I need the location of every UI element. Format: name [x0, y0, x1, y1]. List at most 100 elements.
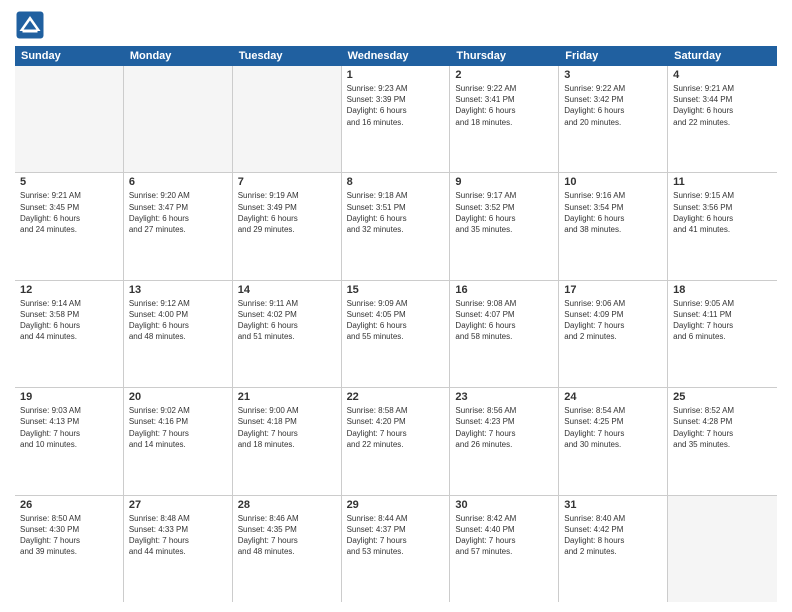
calendar-cell — [668, 496, 777, 602]
calendar-cell: 15 Sunrise: 9:09 AM Sunset: 4:05 PM Dayli… — [342, 281, 451, 387]
calendar: SundayMondayTuesdayWednesdayThursdayFrid… — [15, 46, 777, 602]
day-number: 12 — [20, 284, 118, 296]
day-number: 20 — [129, 391, 227, 403]
cell-info: Sunrise: 9:11 AM Sunset: 4:02 PM Dayligh… — [238, 298, 336, 343]
day-number: 9 — [455, 176, 553, 188]
day-number: 31 — [564, 499, 662, 511]
day-number: 3 — [564, 69, 662, 81]
day-number: 11 — [673, 176, 772, 188]
calendar-cell: 30 Sunrise: 8:42 AM Sunset: 4:40 PM Dayli… — [450, 496, 559, 602]
weekday-header-thursday: Thursday — [450, 46, 559, 66]
calendar-cell: 17 Sunrise: 9:06 AM Sunset: 4:09 PM Dayli… — [559, 281, 668, 387]
cell-info: Sunrise: 9:21 AM Sunset: 3:44 PM Dayligh… — [673, 83, 772, 128]
calendar-cell: 20Sunrise: 9:02 AM Sunset: 4:16 PM Dayli… — [124, 388, 233, 494]
logo — [15, 10, 49, 40]
cell-info: Sunrise: 9:16 AM Sunset: 3:54 PM Dayligh… — [564, 190, 662, 235]
day-number: 13 — [129, 284, 227, 296]
cell-info: Sunrise: 9:22 AM Sunset: 3:41 PM Dayligh… — [455, 83, 553, 128]
weekday-header-tuesday: Tuesday — [233, 46, 342, 66]
calendar-cell: 13 Sunrise: 9:12 AM Sunset: 4:00 PM Dayli… — [124, 281, 233, 387]
page-header — [15, 10, 777, 40]
day-number: 21 — [238, 391, 336, 403]
calendar-cell: 19Sunrise: 9:03 AM Sunset: 4:13 PM Dayli… — [15, 388, 124, 494]
calendar-cell: 9 Sunrise: 9:17 AM Sunset: 3:52 PM Daylig… — [450, 173, 559, 279]
cell-info: Sunrise: 9:05 AM Sunset: 4:11 PM Dayligh… — [673, 298, 772, 343]
day-number: 14 — [238, 284, 336, 296]
calendar-cell: 28Sunrise: 8:46 AM Sunset: 4:35 PM Dayli… — [233, 496, 342, 602]
calendar-cell: 29Sunrise: 8:44 AM Sunset: 4:37 PM Dayli… — [342, 496, 451, 602]
day-number: 24 — [564, 391, 662, 403]
calendar-cell: 23Sunrise: 8:56 AM Sunset: 4:23 PM Dayli… — [450, 388, 559, 494]
day-number: 22 — [347, 391, 445, 403]
day-number: 15 — [347, 284, 445, 296]
calendar-cell: 14 Sunrise: 9:11 AM Sunset: 4:02 PM Dayli… — [233, 281, 342, 387]
calendar-week-3: 12 Sunrise: 9:14 AM Sunset: 3:58 PM Dayli… — [15, 281, 777, 388]
cell-info: Sunrise: 9:06 AM Sunset: 4:09 PM Dayligh… — [564, 298, 662, 343]
cell-info: Sunrise: 9:09 AM Sunset: 4:05 PM Dayligh… — [347, 298, 445, 343]
calendar-cell: 1Sunrise: 9:23 AM Sunset: 3:39 PM Daylig… — [342, 66, 451, 172]
day-number: 4 — [673, 69, 772, 81]
weekday-header-saturday: Saturday — [668, 46, 777, 66]
day-number: 2 — [455, 69, 553, 81]
calendar-cell: 16Sunrise: 9:08 AM Sunset: 4:07 PM Dayli… — [450, 281, 559, 387]
cell-info: Sunrise: 8:58 AM Sunset: 4:20 PM Dayligh… — [347, 405, 445, 450]
calendar-week-4: 19Sunrise: 9:03 AM Sunset: 4:13 PM Dayli… — [15, 388, 777, 495]
calendar-cell: 21Sunrise: 9:00 AM Sunset: 4:18 PM Dayli… — [233, 388, 342, 494]
calendar-cell: 22 Sunrise: 8:58 AM Sunset: 4:20 PM Dayli… — [342, 388, 451, 494]
cell-info: Sunrise: 9:18 AM Sunset: 3:51 PM Dayligh… — [347, 190, 445, 235]
day-number: 29 — [347, 499, 445, 511]
cell-info: Sunrise: 9:17 AM Sunset: 3:52 PM Dayligh… — [455, 190, 553, 235]
calendar-cell: 25 Sunrise: 8:52 AM Sunset: 4:28 PM Dayli… — [668, 388, 777, 494]
calendar-cell: 31 Sunrise: 8:40 AM Sunset: 4:42 PM Dayli… — [559, 496, 668, 602]
logo-icon — [15, 10, 45, 40]
cell-info: Sunrise: 9:14 AM Sunset: 3:58 PM Dayligh… — [20, 298, 118, 343]
day-number: 25 — [673, 391, 772, 403]
calendar-cell: 11 Sunrise: 9:15 AM Sunset: 3:56 PM Dayli… — [668, 173, 777, 279]
cell-info: Sunrise: 9:22 AM Sunset: 3:42 PM Dayligh… — [564, 83, 662, 128]
cell-info: Sunrise: 8:54 AM Sunset: 4:25 PM Dayligh… — [564, 405, 662, 450]
calendar-body: 1Sunrise: 9:23 AM Sunset: 3:39 PM Daylig… — [15, 66, 777, 602]
weekday-header-friday: Friday — [559, 46, 668, 66]
calendar-week-2: 5Sunrise: 9:21 AM Sunset: 3:45 PM Daylig… — [15, 173, 777, 280]
calendar-week-5: 26Sunrise: 8:50 AM Sunset: 4:30 PM Dayli… — [15, 496, 777, 602]
day-number: 18 — [673, 284, 772, 296]
cell-info: Sunrise: 9:19 AM Sunset: 3:49 PM Dayligh… — [238, 190, 336, 235]
calendar-cell: 27Sunrise: 8:48 AM Sunset: 4:33 PM Dayli… — [124, 496, 233, 602]
calendar-header: SundayMondayTuesdayWednesdayThursdayFrid… — [15, 46, 777, 66]
weekday-header-sunday: Sunday — [15, 46, 124, 66]
calendar-cell: 10Sunrise: 9:16 AM Sunset: 3:54 PM Dayli… — [559, 173, 668, 279]
cell-info: Sunrise: 9:08 AM Sunset: 4:07 PM Dayligh… — [455, 298, 553, 343]
weekday-header-monday: Monday — [124, 46, 233, 66]
cell-info: Sunrise: 8:46 AM Sunset: 4:35 PM Dayligh… — [238, 513, 336, 558]
calendar-cell: 12 Sunrise: 9:14 AM Sunset: 3:58 PM Dayli… — [15, 281, 124, 387]
calendar-cell: 4 Sunrise: 9:21 AM Sunset: 3:44 PM Daylig… — [668, 66, 777, 172]
calendar-cell — [15, 66, 124, 172]
cell-info: Sunrise: 9:15 AM Sunset: 3:56 PM Dayligh… — [673, 190, 772, 235]
day-number: 7 — [238, 176, 336, 188]
calendar-cell: 26Sunrise: 8:50 AM Sunset: 4:30 PM Dayli… — [15, 496, 124, 602]
day-number: 23 — [455, 391, 553, 403]
day-number: 6 — [129, 176, 227, 188]
cell-info: Sunrise: 9:23 AM Sunset: 3:39 PM Dayligh… — [347, 83, 445, 128]
calendar-cell: 24 Sunrise: 8:54 AM Sunset: 4:25 PM Dayli… — [559, 388, 668, 494]
cell-info: Sunrise: 9:21 AM Sunset: 3:45 PM Dayligh… — [20, 190, 118, 235]
calendar-cell — [233, 66, 342, 172]
cell-info: Sunrise: 8:42 AM Sunset: 4:40 PM Dayligh… — [455, 513, 553, 558]
cell-info: Sunrise: 8:52 AM Sunset: 4:28 PM Dayligh… — [673, 405, 772, 450]
day-number: 30 — [455, 499, 553, 511]
cell-info: Sunrise: 9:03 AM Sunset: 4:13 PM Dayligh… — [20, 405, 118, 450]
cell-info: Sunrise: 9:12 AM Sunset: 4:00 PM Dayligh… — [129, 298, 227, 343]
day-number: 17 — [564, 284, 662, 296]
calendar-cell: 6Sunrise: 9:20 AM Sunset: 3:47 PM Daylig… — [124, 173, 233, 279]
day-number: 26 — [20, 499, 118, 511]
calendar-cell — [124, 66, 233, 172]
weekday-header-wednesday: Wednesday — [342, 46, 451, 66]
calendar-cell: 2 Sunrise: 9:22 AM Sunset: 3:41 PM Daylig… — [450, 66, 559, 172]
calendar-cell: 18 Sunrise: 9:05 AM Sunset: 4:11 PM Dayli… — [668, 281, 777, 387]
cell-info: Sunrise: 8:40 AM Sunset: 4:42 PM Dayligh… — [564, 513, 662, 558]
day-number: 27 — [129, 499, 227, 511]
calendar-cell: 3 Sunrise: 9:22 AM Sunset: 3:42 PM Daylig… — [559, 66, 668, 172]
day-number: 8 — [347, 176, 445, 188]
calendar-week-1: 1Sunrise: 9:23 AM Sunset: 3:39 PM Daylig… — [15, 66, 777, 173]
calendar-cell: 8 Sunrise: 9:18 AM Sunset: 3:51 PM Daylig… — [342, 173, 451, 279]
